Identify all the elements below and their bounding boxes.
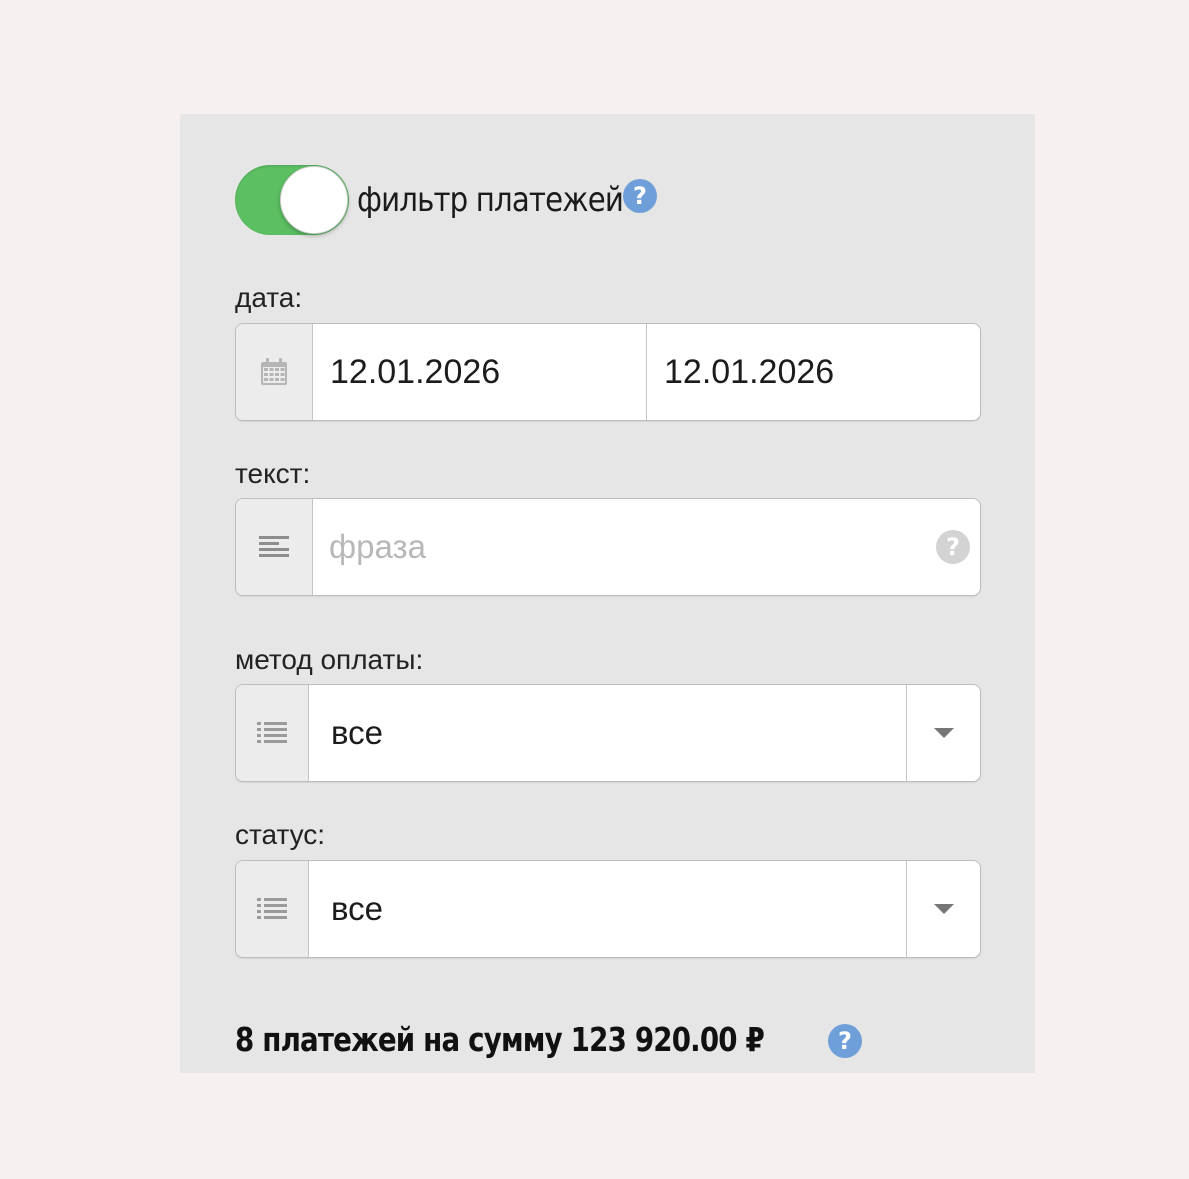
filter-toggle[interactable] [235, 165, 349, 235]
status-value[interactable]: все [309, 861, 906, 957]
date-to-input[interactable]: 12.01.2026 [646, 324, 980, 420]
payment-method-select[interactable]: все [235, 684, 981, 782]
toggle-knob [280, 166, 348, 234]
summary-help-icon[interactable]: ? [828, 1024, 862, 1058]
payment-method-dropdown-button[interactable] [906, 685, 980, 781]
payments-summary-text: 8 платежей на сумму 123 920.00 ₽ [235, 1020, 765, 1059]
date-from-input[interactable]: 12.01.2026 [313, 324, 646, 420]
date-label: дата: [235, 282, 303, 313]
payment-filter-panel: фильтр платежей ? дата: 12.01.2026 12.01… [180, 114, 1035, 1073]
chevron-down-icon [933, 728, 954, 738]
list-icon [257, 722, 287, 743]
filter-toggle-row: фильтр платежей ? [235, 164, 666, 236]
filter-help-icon[interactable]: ? [623, 179, 657, 213]
phrase-help-icon[interactable]: ? [936, 530, 970, 564]
chevron-down-icon [933, 904, 954, 914]
calendar-icon [261, 358, 287, 385]
payment-method-value[interactable]: все [309, 685, 906, 781]
text-field: ? [235, 498, 981, 596]
payment-method-label: метод оплаты: [235, 644, 424, 675]
status-select[interactable]: все [235, 860, 981, 958]
text-label: текст: [235, 458, 311, 489]
list-icon-addon [236, 685, 309, 781]
date-range-field: 12.01.2026 12.01.2026 [235, 323, 981, 421]
status-label: статус: [235, 819, 326, 850]
align-left-icon [259, 536, 289, 557]
payments-summary: 8 платежей на сумму 123 920.00 ₽ ? [235, 1020, 865, 1059]
filter-toggle-label: фильтр платежей [357, 180, 624, 220]
status-dropdown-button[interactable] [906, 861, 980, 957]
phrase-search-input[interactable] [313, 499, 936, 595]
list-icon [257, 898, 287, 919]
list-icon-addon [236, 861, 309, 957]
calendar-icon-addon [236, 324, 313, 420]
text-icon-addon [236, 499, 313, 595]
